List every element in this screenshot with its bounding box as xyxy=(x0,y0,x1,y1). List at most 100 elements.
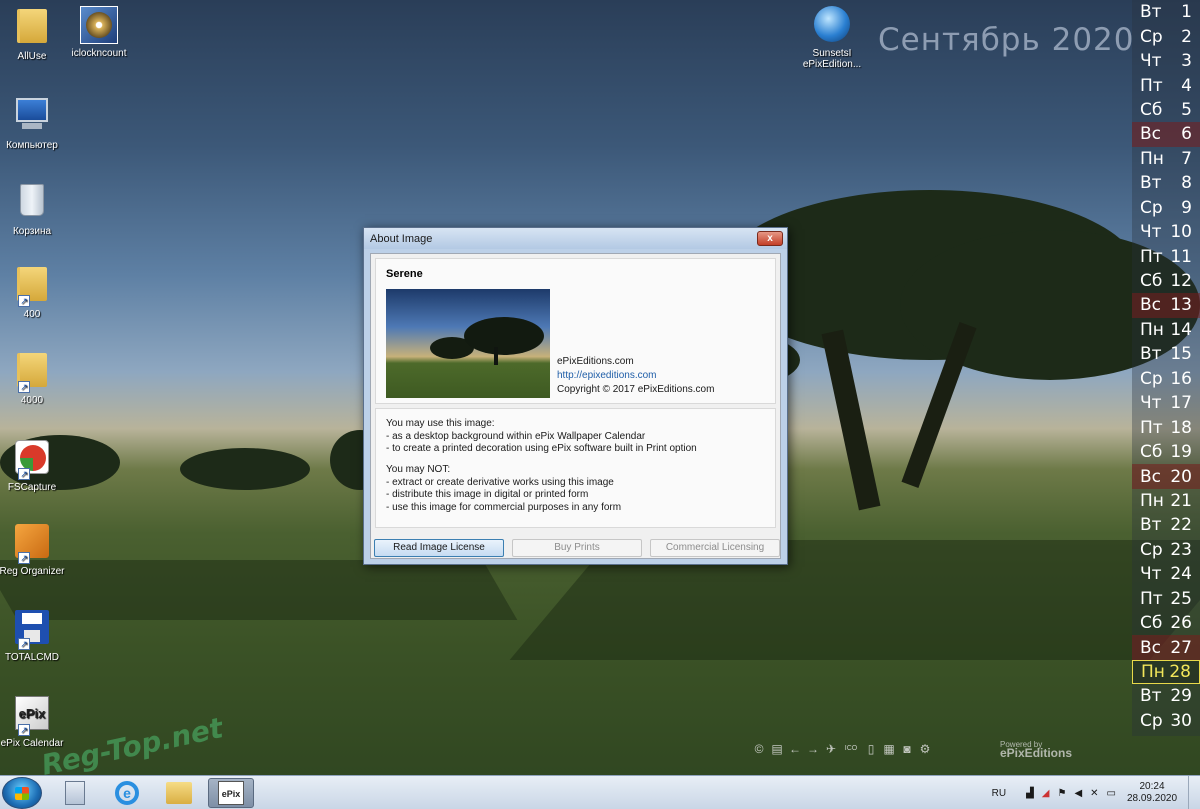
calendar-day[interactable]: Сб 12 xyxy=(1132,269,1200,293)
start-button[interactable] xyxy=(2,777,42,809)
publisher-link[interactable]: http://epixeditions.com xyxy=(557,370,657,381)
tree-shadow xyxy=(0,560,518,620)
calendar-day[interactable]: Пт 18 xyxy=(1132,415,1200,439)
calendar-day-number: 12 xyxy=(1170,271,1192,292)
calendar-day[interactable]: Вт 22 xyxy=(1132,513,1200,537)
tray-app-icon[interactable]: ▭ xyxy=(1107,788,1116,799)
language-indicator[interactable]: RU xyxy=(992,788,1006,799)
calendar-day[interactable]: Пн 28 xyxy=(1132,659,1200,685)
calendar-day[interactable]: Пт 11 xyxy=(1132,244,1200,268)
calendar-day-number: 21 xyxy=(1170,490,1192,511)
calendar-day[interactable]: Пт 4 xyxy=(1132,73,1200,97)
taskbar: e ePix RU ▟ ◢ ⚑ ◀ ✕ ▭ 20:24 28.09.2020 xyxy=(0,775,1200,809)
internet-explorer-icon: e xyxy=(115,781,139,805)
clock[interactable]: 20:24 28.09.2020 xyxy=(1122,781,1182,805)
calendar-day-number: 19 xyxy=(1170,442,1192,463)
volume-icon[interactable]: ◀ xyxy=(1074,788,1082,799)
calendar-day[interactable]: Ср 9 xyxy=(1132,196,1200,220)
may-use-item: - to create a printed decoration using e… xyxy=(386,443,697,454)
calendar-day[interactable]: Чт 3 xyxy=(1132,49,1200,73)
print-icon[interactable]: ▤ xyxy=(770,742,784,756)
calendar-day-number: 18 xyxy=(1170,417,1192,438)
back-icon[interactable]: ← xyxy=(788,742,802,756)
camera-icon[interactable]: ◙ xyxy=(900,742,914,756)
desktop-icon-fscapture[interactable]: ↗ FSCapture xyxy=(0,438,74,493)
calendar-day[interactable]: Чт 24 xyxy=(1132,562,1200,586)
calendar-day[interactable]: Вт 8 xyxy=(1132,171,1200,195)
taskbar-epix[interactable]: ePix xyxy=(208,778,254,808)
calendar-day[interactable]: Пн 21 xyxy=(1132,489,1200,513)
taskbar-explorer[interactable] xyxy=(156,778,202,808)
powered-by-logo[interactable]: Powered by ePixEditions xyxy=(1000,740,1072,759)
calendar-day[interactable]: Пн 14 xyxy=(1132,318,1200,342)
calendar-day-number: 7 xyxy=(1181,148,1192,169)
desktop-icon-label: ePixEdition... xyxy=(802,59,862,70)
folder-shortcut-icon: ↗ xyxy=(12,267,52,307)
calendar-day[interactable]: Пн 7 xyxy=(1132,147,1200,171)
close-button[interactable]: x xyxy=(757,231,783,246)
calendar-day[interactable]: Вс 6 xyxy=(1132,122,1200,147)
recycle-bin-icon xyxy=(12,184,52,224)
image-title: Serene xyxy=(386,268,423,280)
close-icon: x xyxy=(767,233,773,244)
calendar-day[interactable]: Ср 30 xyxy=(1132,709,1200,733)
send-icon[interactable]: ✈ xyxy=(824,742,838,756)
calendar-day[interactable]: Вт 15 xyxy=(1132,342,1200,366)
desktop-icon-epix-calendar[interactable]: ePix ↗ ePix Calendar xyxy=(0,694,74,749)
calendar-day[interactable]: Вс 27 xyxy=(1132,635,1200,660)
copyright-icon[interactable]: © xyxy=(752,742,766,756)
desktop-icon-400[interactable]: ↗ 400 xyxy=(0,264,74,320)
info-icon[interactable]: ▯ xyxy=(864,742,878,756)
dialog-titlebar[interactable]: About Image xyxy=(364,228,787,249)
ico-icon[interactable]: ICO xyxy=(842,742,860,756)
buy-prints-button[interactable]: Buy Prints xyxy=(512,539,642,557)
forward-icon[interactable]: → xyxy=(806,742,820,756)
calendar-day[interactable]: Вт 29 xyxy=(1132,684,1200,708)
calendar-day-of-week: Пн xyxy=(1140,319,1164,340)
calendar-day-of-week: Ср xyxy=(1140,368,1163,389)
calendar-day-of-week: Вс xyxy=(1140,124,1162,145)
user-folder-icon xyxy=(12,9,52,49)
calendar-day[interactable]: Ср 23 xyxy=(1132,538,1200,562)
calendar-day[interactable]: Вс 20 xyxy=(1132,464,1200,489)
calendar-day-number: 1 xyxy=(1181,2,1192,23)
network-tray-icon[interactable]: ▟ xyxy=(1026,788,1034,799)
calculator-icon xyxy=(65,781,85,805)
calendar-day[interactable]: Пт 25 xyxy=(1132,587,1200,611)
calendar-day[interactable]: Сб 19 xyxy=(1132,440,1200,464)
may-not-item: - distribute this image in digital or pr… xyxy=(386,489,589,500)
calendar-day[interactable]: Сб 26 xyxy=(1132,611,1200,635)
taskbar-calculator[interactable] xyxy=(52,778,98,808)
desktop-icon-reg-organizer[interactable]: ↗ Reg Organizer xyxy=(0,522,74,577)
desktop-icon-sunsets[interactable]: SunsetsI ePixEdition... xyxy=(790,6,874,70)
desktop-icon-totalcmd[interactable]: ↗ TOTALCMD xyxy=(0,608,74,663)
calendar-day[interactable]: Чт 10 xyxy=(1132,220,1200,244)
desktop-icon-4000[interactable]: ↗ 4000 xyxy=(0,350,74,406)
desktop-icon-recycle-bin[interactable]: Корзина xyxy=(0,180,74,237)
calendar-day-of-week: Вт xyxy=(1140,344,1162,365)
tray-app-icon[interactable]: ◢ xyxy=(1042,788,1050,799)
calendar-day-number: 29 xyxy=(1170,686,1192,707)
tray-app-icon[interactable]: ✕ xyxy=(1090,788,1098,799)
calendar-day[interactable]: Ср 16 xyxy=(1132,367,1200,391)
desktop-icon-computer[interactable]: Компьютер xyxy=(0,94,74,151)
calendar-day-of-week: Вс xyxy=(1140,295,1162,316)
calendar-day-number: 3 xyxy=(1181,51,1192,72)
calendar-day-of-week: Чт xyxy=(1140,51,1162,72)
show-desktop-button[interactable] xyxy=(1188,776,1200,809)
settings-icon[interactable]: ⚙ xyxy=(918,742,932,756)
desktop-icon-iclockncount[interactable]: iclockncount xyxy=(57,6,141,59)
calendar-day-of-week: Вт xyxy=(1140,686,1162,707)
read-license-button[interactable]: Read Image License xyxy=(374,539,504,557)
action-center-icon[interactable]: ⚑ xyxy=(1057,788,1066,799)
commercial-licensing-button[interactable]: Commercial Licensing xyxy=(650,539,780,557)
calendar-day[interactable]: Чт 17 xyxy=(1132,391,1200,415)
taskbar-internet-explorer[interactable]: e xyxy=(104,778,150,808)
calendar-day[interactable]: Сб 5 xyxy=(1132,98,1200,122)
desktop-icon-label: Корзина xyxy=(12,226,52,237)
calendar-day[interactable]: Вт 1 xyxy=(1132,0,1200,24)
calendar-day-number: 30 xyxy=(1170,710,1192,731)
calendar-day[interactable]: Ср 2 xyxy=(1132,24,1200,48)
calendar-day[interactable]: Вс 13 xyxy=(1132,293,1200,318)
grid-icon[interactable]: ▦ xyxy=(882,742,896,756)
